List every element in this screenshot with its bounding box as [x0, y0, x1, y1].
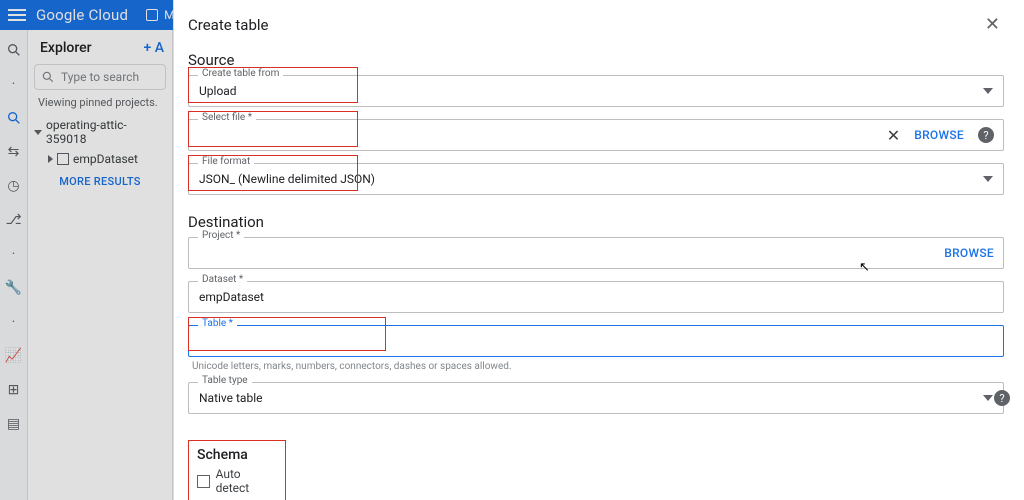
- cursor-icon: ↖: [859, 260, 870, 275]
- help-icon[interactable]: ?: [978, 127, 994, 143]
- schema-heading: Schema: [197, 447, 275, 463]
- project-label: Project *: [198, 230, 244, 241]
- create-table-panel: Create table ✕ Source Create table from …: [173, 0, 1024, 500]
- select-file-label: Select file *: [198, 112, 256, 123]
- clear-file-icon[interactable]: ✕: [887, 126, 900, 145]
- schema-section: Schema Auto detect: [188, 440, 286, 500]
- close-icon[interactable]: ✕: [981, 12, 1004, 37]
- source-heading: Source: [188, 51, 1004, 69]
- select-file-field[interactable]: Select file * ✕ BROWSE ?: [188, 119, 1004, 151]
- create-from-label: Create table from: [198, 68, 283, 79]
- file-format-label: File format: [198, 156, 254, 167]
- panel-title: Create table: [188, 16, 269, 34]
- browse-project-button[interactable]: BROWSE: [944, 246, 994, 260]
- tabletype-field[interactable]: Table type Native table ?: [188, 382, 1004, 414]
- tabletype-help-icon[interactable]: ?: [994, 390, 1010, 406]
- table-field[interactable]: Table *: [188, 325, 1004, 357]
- file-format-field[interactable]: File format JSON_ (Newline delimited JSO…: [188, 163, 1004, 195]
- dataset-value: empDataset: [199, 290, 264, 304]
- tabletype-label: Table type: [198, 375, 252, 386]
- create-table-from-field[interactable]: Create table from Upload: [188, 75, 1004, 107]
- checkbox-icon: [197, 475, 210, 488]
- create-from-value: Upload: [199, 84, 237, 98]
- autodetect-label: Auto detect: [216, 467, 275, 495]
- dataset-field[interactable]: Dataset * empDataset: [188, 281, 1004, 313]
- project-field[interactable]: Project * BROWSE: [188, 237, 1004, 269]
- dataset-label: Dataset *: [198, 274, 247, 285]
- destination-heading: Destination: [188, 213, 1004, 231]
- browse-file-button[interactable]: BROWSE: [914, 128, 964, 142]
- tabletype-value: Native table: [199, 391, 262, 405]
- file-format-value: JSON_ (Newline delimited JSON): [199, 172, 375, 186]
- autodetect-checkbox[interactable]: Auto detect: [197, 467, 275, 495]
- table-helper: Unicode letters, marks, numbers, connect…: [188, 361, 1004, 372]
- table-label: Table *: [198, 318, 237, 329]
